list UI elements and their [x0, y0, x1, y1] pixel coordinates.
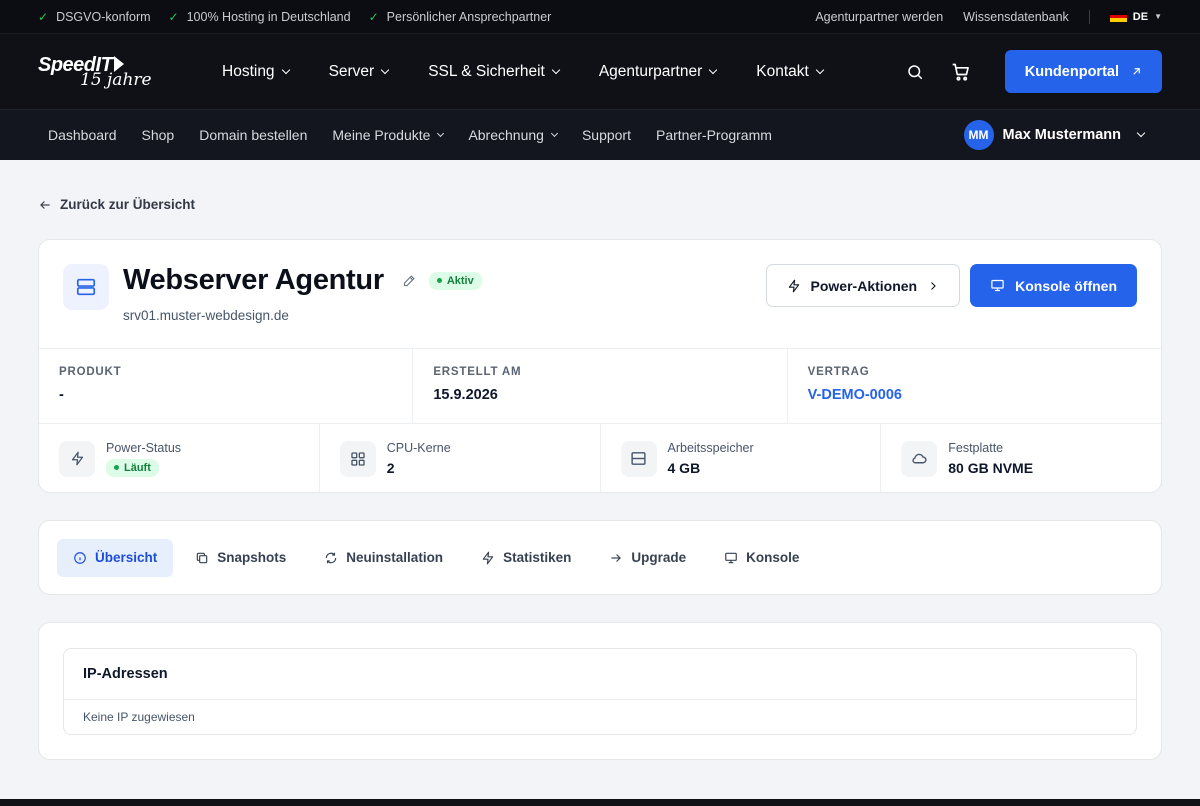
- agenturpartner-werden-link[interactable]: Agenturpartner werden: [815, 10, 943, 24]
- subnav-partner-programm[interactable]: Partner-Programm: [656, 127, 772, 143]
- ip-addresses-title: IP-Adressen: [64, 649, 1136, 700]
- chevron-right-icon: [931, 281, 936, 290]
- tab-statistiken[interactable]: Statistiken: [465, 539, 587, 577]
- stat-disk: Festplatte 80 GB NVME: [881, 424, 1161, 492]
- nav-kontakt[interactable]: Kontakt: [756, 63, 825, 81]
- back-link[interactable]: Zurück zur Übersicht: [38, 197, 1162, 212]
- server-detail-card: Webserver Agentur Aktiv srv01.muster-web…: [38, 239, 1162, 493]
- contract-link[interactable]: V-DEMO-0006: [808, 387, 1141, 403]
- language-switcher[interactable]: DE ▼: [1109, 11, 1162, 23]
- search-icon[interactable]: [905, 62, 925, 82]
- tab-konsole[interactable]: Konsole: [708, 539, 815, 577]
- status-badge: Aktiv: [428, 271, 482, 290]
- meta-contract: VERTRAG V-DEMO-0006: [788, 349, 1161, 423]
- info-icon: [74, 551, 86, 564]
- power-actions-button[interactable]: Power-Aktionen: [765, 264, 961, 307]
- check-icon: ✓: [168, 9, 179, 24]
- subnav-shop[interactable]: Shop: [142, 127, 175, 143]
- stat-cpu: CPU-Kerne 2: [320, 424, 601, 492]
- usp-item: ✓ DSGVO-konform: [38, 9, 151, 24]
- usp-item: ✓ Persönlicher Ansprechpartner: [368, 9, 552, 24]
- customer-subnav: Dashboard Shop Domain bestellen Meine Pr…: [0, 110, 1200, 160]
- cpu-grid-icon: [339, 440, 376, 477]
- copy-icon: [197, 552, 208, 563]
- meta-created: ERSTELLT AM 15.9.2026: [413, 349, 788, 423]
- lightning-icon: [59, 440, 95, 477]
- nav-hosting[interactable]: Hosting: [222, 63, 290, 81]
- chevron-down-icon: [551, 65, 561, 74]
- stat-power-status: Power-Status Läuft: [39, 424, 320, 492]
- tab-snapshots[interactable]: Snapshots: [179, 539, 302, 577]
- monitor-icon: [725, 552, 737, 563]
- open-console-button[interactable]: Konsole öffnen: [970, 264, 1137, 307]
- tab-uebersicht[interactable]: Übersicht: [57, 538, 174, 577]
- nav-agenturpartner[interactable]: Agenturpartner: [599, 63, 718, 81]
- tab-upgrade[interactable]: Upgrade: [593, 539, 702, 577]
- subnav-domain-bestellen[interactable]: Domain bestellen: [199, 127, 307, 143]
- usp-item: ✓ 100% Hosting in Deutschland: [168, 9, 351, 24]
- edit-pencil-icon[interactable]: [402, 273, 417, 288]
- arrow-right-icon: [611, 553, 622, 562]
- tabs-bar: Übersicht Snapshots Neuinstallation Stat…: [38, 520, 1162, 595]
- server-title: Webserver Agentur: [123, 264, 384, 296]
- avatar: MM: [963, 120, 994, 150]
- check-icon: ✓: [38, 9, 49, 24]
- user-name: Max Mustermann: [1002, 127, 1121, 143]
- ip-addresses-card: IP-Adressen Keine IP zugewiesen: [38, 622, 1162, 760]
- logo[interactable]: SpeedIT 15 jahre: [38, 52, 178, 92]
- server-icon: [63, 264, 109, 310]
- chevron-down-icon: [281, 65, 290, 74]
- check-icon: ✓: [368, 9, 379, 24]
- footer-strip: [0, 799, 1200, 806]
- refresh-icon: [326, 552, 337, 563]
- lightning-icon: [788, 279, 799, 292]
- wissensdatenbank-link[interactable]: Wissensdatenbank: [963, 10, 1069, 24]
- chevron-down-icon: [1136, 128, 1146, 138]
- ip-empty-message: Keine IP zugewiesen: [83, 710, 195, 724]
- meta-product: PRODUKT -: [39, 349, 414, 423]
- chevron-down-icon: [380, 65, 390, 74]
- main-navigation: SpeedIT 15 jahre Hosting Server SSL & Si…: [0, 34, 1200, 110]
- running-badge: Läuft: [106, 458, 159, 477]
- chevron-down-icon: [815, 65, 825, 74]
- chevron-down-icon: [550, 129, 558, 137]
- kundenportal-button[interactable]: Kundenportal: [1004, 50, 1162, 93]
- server-hostname: srv01.muster-webdesign.de: [123, 308, 289, 323]
- external-arrow-icon: [1133, 68, 1140, 75]
- memory-icon: [620, 440, 657, 477]
- monitor-icon: [991, 279, 1004, 292]
- stat-ram: Arbeitsspeicher 4 GB: [601, 424, 882, 492]
- ip-addresses-panel: IP-Adressen Keine IP zugewiesen: [63, 648, 1137, 735]
- subnav-dashboard[interactable]: Dashboard: [48, 127, 117, 143]
- divider: [1088, 9, 1090, 24]
- tab-neuinstallation[interactable]: Neuinstallation: [308, 539, 459, 577]
- lightning-icon: [482, 551, 494, 564]
- nav-ssl-sicherheit[interactable]: SSL & Sicherheit: [428, 63, 561, 81]
- subnav-support[interactable]: Support: [582, 127, 631, 143]
- german-flag-icon: [1109, 11, 1127, 23]
- chevron-down-icon: [437, 129, 445, 137]
- subnav-abrechnung[interactable]: Abrechnung: [468, 127, 558, 143]
- cloud-icon: [901, 440, 938, 477]
- arrow-left-icon: [40, 200, 50, 209]
- top-info-bar: ✓ DSGVO-konform ✓ 100% Hosting in Deutschl…: [0, 0, 1200, 34]
- subnav-meine-produkte[interactable]: Meine Produkte: [332, 127, 445, 143]
- chevron-down-icon: [708, 65, 718, 74]
- nav-server[interactable]: Server: [329, 63, 390, 81]
- user-menu[interactable]: MM Max Mustermann: [963, 120, 1146, 150]
- caret-down-icon: ▼: [1154, 12, 1162, 21]
- cart-icon[interactable]: [951, 62, 971, 82]
